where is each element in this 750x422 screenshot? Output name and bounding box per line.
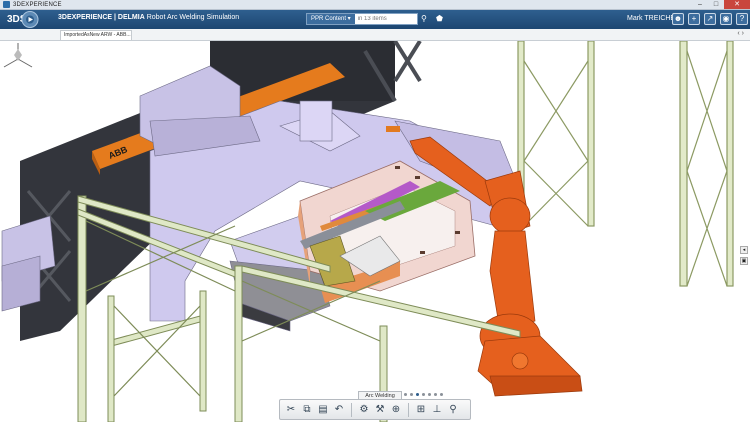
side-toolbar: ◂ ▣ xyxy=(740,246,748,265)
brand-name: 3DEXPERIENCE | DELMIA xyxy=(58,14,145,21)
pager-dot[interactable] xyxy=(422,393,425,396)
tab-nav-arrows[interactable]: ‹ › xyxy=(737,30,744,37)
window-title: 3DEXPERIENCE xyxy=(13,1,62,8)
app-brand: 3DEXPERIENCE | DELMIA Robot Arc Welding … xyxy=(58,14,239,21)
tab-bar: ImportedAsNew ARW - ABB... ‹ › xyxy=(0,29,750,41)
app-icon xyxy=(3,1,10,8)
3d-viewport[interactable]: ABB ◂ ▣ xyxy=(0,41,750,422)
search-scope-dropdown[interactable]: PPR Content ▾ xyxy=(307,14,355,24)
community-icon[interactable]: ◉ xyxy=(720,13,732,25)
search-bar: PPR Content ▾ xyxy=(306,13,418,25)
pager-dot-active[interactable] xyxy=(416,393,419,396)
robot-icon[interactable]: ⚙ xyxy=(357,403,371,417)
pager-dot[interactable] xyxy=(428,393,431,396)
axis-indicator xyxy=(3,43,33,68)
copy-icon[interactable]: ⧉ xyxy=(300,403,314,417)
undo-icon[interactable]: ↶ xyxy=(332,403,346,417)
window-titlebar: 3DEXPERIENCE – □ ✕ xyxy=(0,0,750,10)
user-icon[interactable]: ☻ xyxy=(672,13,684,25)
robot-program-icon[interactable]: ⚒ xyxy=(373,403,387,417)
paste-icon[interactable]: ▤ xyxy=(316,403,330,417)
maximize-button[interactable]: □ xyxy=(708,0,724,9)
action-bar-pager xyxy=(404,393,443,396)
pager-dot[interactable] xyxy=(440,393,443,396)
separator xyxy=(351,402,352,417)
pager-dot[interactable] xyxy=(404,393,407,396)
add-icon[interactable]: + xyxy=(688,13,700,25)
compass-toggle-icon[interactable]: ◂ xyxy=(740,246,748,254)
view-toggle-icon[interactable]: ▣ xyxy=(740,257,748,265)
3d-scene: ABB xyxy=(1,41,734,422)
header-icons: ☻ + ↗ ◉ ? xyxy=(672,13,748,25)
inspect-icon[interactable]: ⊕ xyxy=(389,403,403,417)
cut-icon[interactable]: ✂ xyxy=(284,403,298,417)
separator xyxy=(408,402,409,417)
action-bar: ✂ ⧉ ▤ ↶ ⚙ ⚒ ⊕ ⊞ ⊥ ⚲ xyxy=(279,399,471,420)
window-controls: – □ ✕ xyxy=(692,0,750,10)
search-input[interactable] xyxy=(354,14,417,24)
tab-imported-arw[interactable]: ImportedAsNew ARW - ABB... xyxy=(60,30,132,40)
tag-point-icon[interactable]: ⊥ xyxy=(430,403,444,417)
minimize-button[interactable]: – xyxy=(692,0,708,9)
app-name: Robot Arc Welding Simulation xyxy=(146,14,240,21)
share-icon[interactable]: ↗ xyxy=(704,13,716,25)
teach-icon[interactable]: ⊞ xyxy=(414,403,428,417)
app-header: 3DS 3DEXPERIENCE | DELMIA Robot Arc Weld… xyxy=(0,10,750,29)
compass-icon[interactable]: 3DS xyxy=(3,11,39,28)
close-button[interactable]: ✕ xyxy=(724,0,750,9)
pager-dot[interactable] xyxy=(434,393,437,396)
torch-icon[interactable]: ⚲ xyxy=(446,403,460,417)
pager-dot[interactable] xyxy=(410,393,413,396)
search-icon[interactable]: ⚲ xyxy=(421,14,427,23)
tag-icon[interactable]: ⬟ xyxy=(436,14,443,23)
help-icon[interactable]: ? xyxy=(736,13,748,25)
